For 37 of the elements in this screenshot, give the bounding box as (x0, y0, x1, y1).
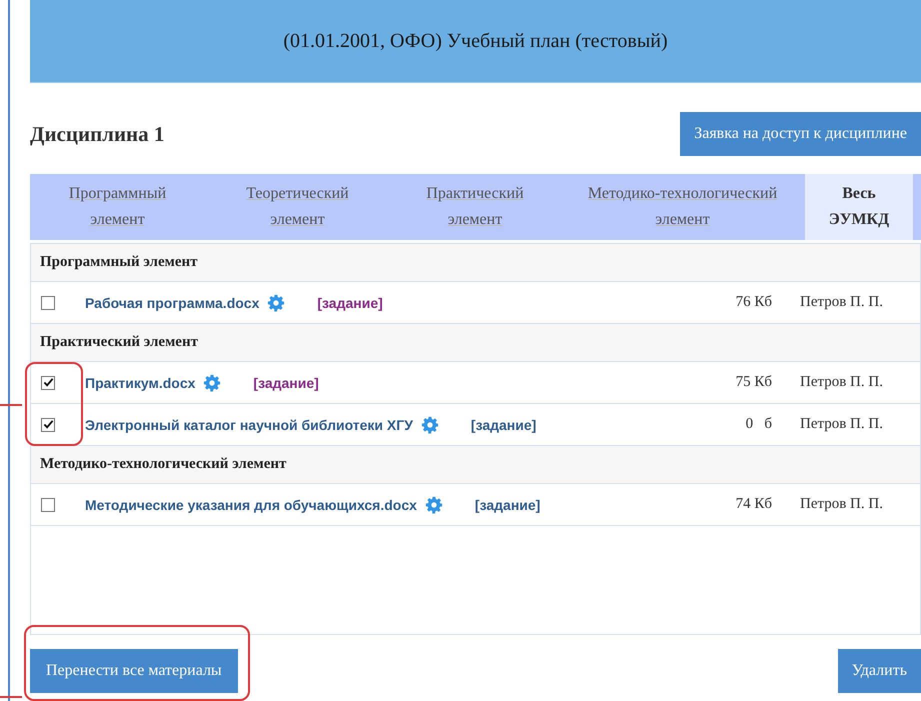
file-link[interactable]: Рабочая программа.docx (85, 294, 260, 310)
author-name: Петров П. П. (800, 374, 884, 391)
tab[interactable]: Теоретический элемент (205, 174, 390, 240)
gear-icon[interactable] (267, 294, 286, 312)
author-name: Петров П. П. (800, 496, 884, 513)
file-size: 76 Кб (736, 294, 772, 311)
author-name: Петров П. П. (800, 416, 884, 433)
checkbox[interactable] (41, 418, 55, 432)
delete-button[interactable]: Удалить (838, 649, 921, 693)
tab[interactable]: Методико-технологический элемент (560, 174, 805, 240)
group-header: Методико-технологический элемент (31, 446, 920, 484)
discipline-title: Дисциплина 1 (30, 122, 164, 146)
tab[interactable]: Практический элемент (390, 174, 560, 240)
gear-icon[interactable] (203, 374, 222, 392)
task-link[interactable]: [задание] (474, 496, 540, 512)
gear-icon[interactable] (420, 416, 439, 434)
file-link[interactable]: Практикум.docx (85, 374, 196, 390)
move-all-button[interactable]: Перенести все материалы (30, 649, 238, 693)
task-link[interactable]: [задание] (253, 374, 319, 390)
group-header: Практический элемент (31, 324, 920, 362)
task-link[interactable]: [задание] (470, 416, 536, 432)
tab[interactable]: Весь ЭУМКД (805, 174, 913, 240)
request-access-button[interactable]: Заявка на доступ к дисциплине (680, 112, 921, 156)
file-size: 74 Кб (736, 496, 772, 513)
checkbox[interactable] (41, 296, 55, 310)
author-name: Петров П. П. (800, 294, 884, 311)
file-link[interactable]: Методические указания для обучающихся.docx (85, 496, 417, 512)
checkbox[interactable] (41, 498, 55, 512)
plan-title: (01.01.2001, ОФО) Учебный план (тестовый) (283, 30, 668, 52)
gear-icon[interactable] (424, 496, 443, 514)
file-size: 0 б (746, 416, 772, 433)
file-link[interactable]: Электронный каталог научной библиотеки ХГУ (85, 416, 413, 432)
tab[interactable]: Программный элемент (30, 174, 205, 240)
task-link[interactable]: [задание] (317, 294, 383, 310)
checkbox[interactable] (41, 376, 55, 390)
file-size: 75 Кб (736, 374, 772, 391)
group-header: Программный элемент (31, 244, 920, 282)
